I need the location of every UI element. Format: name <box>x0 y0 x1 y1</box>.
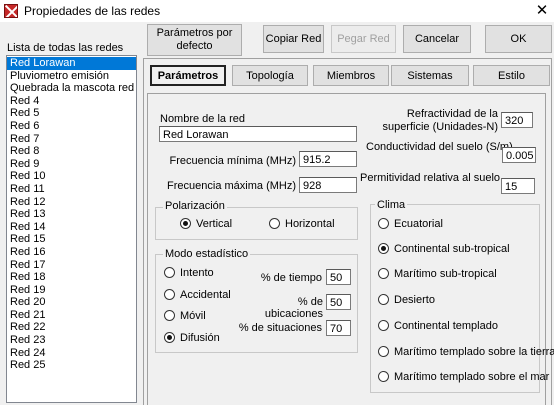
stat-accidental-label: Accidental <box>180 289 231 301</box>
climate-maritimo-tierra-label: Marítimo templado sobre la tierra <box>394 346 554 358</box>
network-list-item[interactable]: Red 23 <box>7 334 136 347</box>
network-list-item[interactable]: Red 6 <box>7 120 136 133</box>
tab-estilo[interactable]: Estilo <box>473 65 550 86</box>
tab-parametros[interactable]: Parámetros <box>150 65 226 86</box>
polarization-horizontal-label: Horizontal <box>285 218 335 230</box>
climate-desierto-label: Desierto <box>394 294 435 306</box>
climate-legend: Clima <box>375 199 408 211</box>
freq-max-input[interactable]: 928 <box>299 177 357 193</box>
refractivity-label: Refractividad de la superficie (Unidades… <box>382 108 498 133</box>
network-list-item[interactable]: Red 24 <box>7 347 136 360</box>
time-percent-label: % de tiempo <box>260 272 322 284</box>
network-list-item[interactable]: Red 16 <box>7 246 136 259</box>
network-name-input[interactable]: Red Lorawan <box>159 126 357 142</box>
climate-continental-templado-label: Continental templado <box>394 320 498 332</box>
climate-maritimo-mar-radio[interactable] <box>378 371 389 382</box>
stat-mode-legend: Modo estadístico <box>163 248 251 260</box>
network-list-item[interactable]: Red 19 <box>7 284 136 297</box>
network-list-item[interactable]: Red 11 <box>7 183 136 196</box>
climate-ecuatorial-radio[interactable] <box>378 218 389 229</box>
network-list-item[interactable]: Red 17 <box>7 259 136 272</box>
permittivity-label: Permitividad relativa al suelo <box>360 172 501 184</box>
app-icon <box>4 4 18 18</box>
network-list-item[interactable]: Red 18 <box>7 271 136 284</box>
close-icon[interactable]: ✕ <box>532 1 552 21</box>
stat-difusion-radio[interactable] <box>164 332 175 343</box>
network-list-item[interactable]: Red Lorawan <box>7 57 136 70</box>
ok-button[interactable]: OK <box>485 25 552 53</box>
situations-percent-label: % de situaciones <box>238 322 322 334</box>
stat-accidental-radio[interactable] <box>164 289 175 300</box>
climate-maritimo-subtropical-radio[interactable] <box>378 268 389 279</box>
polarization-horizontal-radio[interactable] <box>269 218 280 229</box>
tab-sistemas[interactable]: Sistemas <box>391 65 469 86</box>
permittivity-input[interactable]: 15 <box>501 178 535 194</box>
polarization-vertical-radio[interactable] <box>180 218 191 229</box>
climate-continental-subtropical-radio[interactable] <box>378 243 389 254</box>
tab-miembros[interactable]: Miembros <box>313 65 389 86</box>
network-list-item[interactable]: Red 4 <box>7 95 136 108</box>
copy-network-button[interactable]: Copiar Red <box>263 25 324 53</box>
network-list-item[interactable]: Red 7 <box>7 133 136 146</box>
network-list-item[interactable]: Red 15 <box>7 233 136 246</box>
network-list-item[interactable]: Red 25 <box>7 359 136 372</box>
cancel-button[interactable]: Cancelar <box>403 25 471 53</box>
network-list-item[interactable]: Red 21 <box>7 309 136 322</box>
conductivity-label: Conductividad del suelo (S/m) <box>366 141 513 153</box>
climate-ecuatorial-label: Ecuatorial <box>394 218 443 230</box>
network-list-item[interactable]: Red 9 <box>7 158 136 171</box>
situations-percent-input[interactable]: 70 <box>326 320 351 336</box>
polarization-legend: Polarización <box>163 200 227 212</box>
window-title: Propiedades de las redes <box>24 4 161 18</box>
network-listbox[interactable]: Red Lorawan Pluviometro emisión Quebrada l… <box>6 55 137 403</box>
network-list-item[interactable]: Red 13 <box>7 208 136 221</box>
stat-intento-radio[interactable] <box>164 267 175 278</box>
stat-movil-label: Móvil <box>180 310 206 322</box>
network-list-item[interactable]: Quebrada la mascota red <box>7 82 136 95</box>
defaults-button[interactable]: Parámetros por defecto <box>147 24 242 56</box>
locations-percent-label: % de ubicaciones <box>264 296 323 320</box>
network-list-item[interactable]: Pluviometro emisión <box>7 70 136 83</box>
paste-network-button: Pegar Red <box>331 25 396 53</box>
climate-maritimo-subtropical-label: Marítimo sub-tropical <box>394 268 497 280</box>
network-list-item[interactable]: Red 20 <box>7 296 136 309</box>
stat-intento-label: Intento <box>180 267 214 279</box>
network-list-item[interactable]: Red 8 <box>7 145 136 158</box>
climate-continental-subtropical-label: Continental sub-tropical <box>394 243 510 255</box>
locations-percent-input[interactable]: 50 <box>326 294 351 310</box>
climate-continental-templado-radio[interactable] <box>378 320 389 331</box>
network-list-item[interactable]: Red 14 <box>7 221 136 234</box>
network-name-label: Nombre de la red <box>160 113 245 125</box>
polarization-vertical-label: Vertical <box>196 218 233 230</box>
tab-topologia[interactable]: Topología <box>232 65 308 86</box>
climate-maritimo-tierra-radio[interactable] <box>378 346 389 357</box>
network-list-item[interactable]: Red 5 <box>7 107 136 120</box>
network-list-item[interactable]: Red 22 <box>7 321 136 334</box>
stat-movil-radio[interactable] <box>164 310 175 321</box>
freq-max-label: Frecuencia máxima (MHz) <box>167 180 296 192</box>
network-list-item[interactable]: Red 12 <box>7 196 136 209</box>
conductivity-input[interactable]: 0.005 <box>502 147 536 163</box>
refractivity-input[interactable]: 320 <box>501 112 533 128</box>
network-list-label: Lista de todas las redes <box>7 42 124 54</box>
network-list-item[interactable]: Red 10 <box>7 170 136 183</box>
stat-difusion-label: Difusión <box>180 332 220 344</box>
time-percent-input[interactable]: 50 <box>326 269 351 285</box>
freq-min-input[interactable]: 915.2 <box>299 151 357 167</box>
freq-min-label: Frecuencia mínima (MHz) <box>169 155 296 167</box>
climate-maritimo-mar-label: Marítimo templado sobre el mar <box>394 371 550 383</box>
climate-desierto-radio[interactable] <box>378 294 389 305</box>
